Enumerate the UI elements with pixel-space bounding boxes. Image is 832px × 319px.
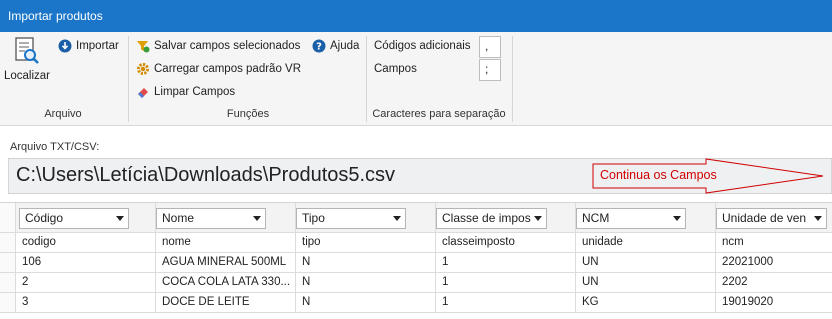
- column-mapping-grid: Código Nome Tipo Classe de impos NCM Uni…: [0, 202, 832, 319]
- campos-label: Campos: [374, 63, 417, 75]
- file-path-label: Arquivo TXT/CSV:: [10, 141, 100, 153]
- column-mapping-dropdown[interactable]: Unidade de ven: [716, 208, 827, 229]
- ajuda-label: Ajuda: [330, 40, 360, 52]
- table-row[interactable]: 106 AGUA MINERAL 500ML N 1 UN 22021000: [0, 253, 832, 273]
- table-cell[interactable]: unidade: [576, 233, 716, 252]
- carregar-campos-label: Carregar campos padrão VR: [154, 63, 302, 75]
- table-cell[interactable]: N: [296, 293, 436, 312]
- continue-annotation: Continua os Campos: [600, 168, 717, 182]
- table-cell[interactable]: KG: [576, 293, 716, 312]
- header-cell: Unidade de ven: [716, 203, 832, 232]
- dropdown-value: Código: [25, 211, 64, 225]
- limpar-campos-label: Limpar Campos: [154, 86, 236, 98]
- table-cell[interactable]: UN: [576, 253, 716, 272]
- group-divider: [128, 36, 129, 122]
- column-mapping-dropdown[interactable]: Tipo: [296, 208, 406, 229]
- group-label-funcoes: Funções: [226, 108, 270, 120]
- table-cell[interactable]: N: [296, 253, 436, 272]
- table-cell[interactable]: COCA COLA LATA 330...: [156, 273, 296, 292]
- table-cell[interactable]: 1: [436, 253, 576, 272]
- limpar-campos-button[interactable]: Limpar Campos: [136, 85, 235, 99]
- table-cell[interactable]: classeimposto: [436, 233, 576, 252]
- table-cell[interactable]: DOCE DE LEITE: [156, 293, 296, 312]
- table-row[interactable]: codigo nome tipo classeimposto unidade n…: [0, 233, 832, 253]
- table-cell[interactable]: 19019020: [716, 293, 832, 312]
- gear-icon: [137, 63, 149, 75]
- ribbon: Localizar Importar Arquivo Salvar campos…: [0, 32, 832, 126]
- svg-text:?: ?: [316, 42, 322, 53]
- table-cell[interactable]: UN: [576, 273, 716, 292]
- table-cell[interactable]: AGUA MINERAL 500ML: [156, 253, 296, 272]
- header-cell: Código: [16, 203, 156, 232]
- carregar-campos-button[interactable]: Carregar campos padrão VR: [136, 62, 301, 76]
- chevron-down-icon: [253, 216, 261, 221]
- codigos-adicionais-label: Códigos adicionais: [374, 40, 471, 52]
- group-label-arquivo: Arquivo: [44, 108, 82, 120]
- eraser-icon: [138, 88, 148, 98]
- table-cell[interactable]: 2: [16, 273, 156, 292]
- importar-label: Importar: [76, 40, 119, 52]
- row-gutter: [0, 233, 16, 252]
- row-gutter: [0, 273, 16, 292]
- table-row[interactable]: 3 DOCE DE LEITE N 1 KG 19019020: [0, 293, 832, 313]
- table-cell[interactable]: N: [296, 273, 436, 292]
- dropdown-value: NCM: [582, 211, 610, 225]
- header-cell: Tipo: [296, 203, 436, 232]
- table-cell[interactable]: 1: [436, 293, 576, 312]
- table-cell[interactable]: 1: [436, 273, 576, 292]
- dropdown-value: Nome: [162, 211, 195, 225]
- group-label-caracteres: Caracteres para separação: [372, 108, 506, 120]
- file-path-value: C:\Users\Letícia\Downloads\Produtos5.csv: [16, 164, 396, 186]
- column-mapping-dropdown[interactable]: Classe de impos: [436, 208, 547, 229]
- salvar-campos-button[interactable]: Salvar campos selecionados: [136, 39, 300, 53]
- header-cell: NCM: [576, 203, 716, 232]
- header-cell: Nome: [156, 203, 296, 232]
- chevron-down-icon: [116, 216, 124, 221]
- help-icon: ?: [312, 39, 326, 53]
- importar-button[interactable]: Importar: [58, 39, 119, 53]
- localizar-button[interactable]: Localizar: [2, 36, 52, 90]
- table-cell[interactable]: codigo: [16, 233, 156, 252]
- table-cell[interactable]: 3: [16, 293, 156, 312]
- column-mapping-dropdown[interactable]: Código: [19, 208, 129, 229]
- window-title: Importar produtos: [0, 0, 832, 32]
- dropdown-value: Classe de impos: [442, 211, 531, 225]
- table-cell[interactable]: 22021000: [716, 253, 832, 272]
- group-divider: [512, 36, 513, 122]
- header-cell: Classe de impos: [436, 203, 576, 232]
- row-gutter: [0, 203, 16, 232]
- campos-separator-input[interactable]: ;: [479, 59, 501, 81]
- column-mapping-dropdown[interactable]: Nome: [156, 208, 266, 229]
- row-gutter: [0, 253, 16, 272]
- download-icon: [58, 39, 72, 53]
- table-cell[interactable]: ncm: [716, 233, 832, 252]
- chevron-down-icon: [673, 216, 681, 221]
- column-mapping-dropdown[interactable]: NCM: [576, 208, 686, 229]
- localizar-label: Localizar: [3, 70, 51, 82]
- table-cell[interactable]: nome: [156, 233, 296, 252]
- salvar-campos-label: Salvar campos selecionados: [154, 40, 301, 52]
- dropdown-value: Tipo: [302, 211, 325, 225]
- table-cell[interactable]: 2202: [716, 273, 832, 292]
- mapping-header-row: Código Nome Tipo Classe de impos NCM Uni…: [0, 203, 832, 233]
- chevron-down-icon: [534, 216, 542, 221]
- row-gutter: [0, 293, 16, 312]
- table-cell[interactable]: 106: [16, 253, 156, 272]
- ajuda-button[interactable]: ? Ajuda: [312, 39, 359, 53]
- filter-save-icon: [137, 41, 150, 53]
- dropdown-value: Unidade de ven: [722, 211, 807, 225]
- table-row[interactable]: 2 COCA COLA LATA 330... N 1 UN 2202: [0, 273, 832, 293]
- document-search-icon: [15, 37, 39, 64]
- codigos-adicionais-input[interactable]: ,: [479, 36, 501, 58]
- chevron-down-icon: [393, 216, 401, 221]
- table-cell[interactable]: tipo: [296, 233, 436, 252]
- chevron-down-icon: [814, 216, 822, 221]
